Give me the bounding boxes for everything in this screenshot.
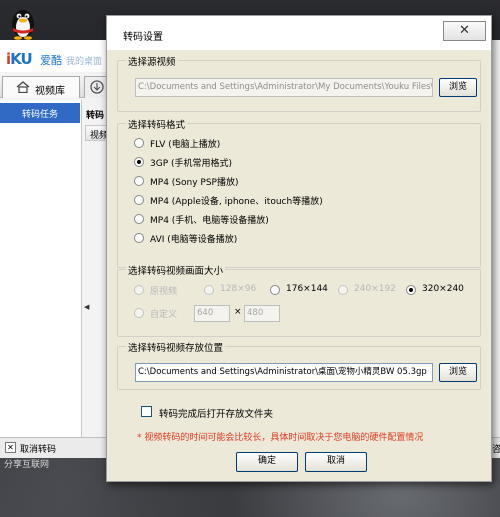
radio-original[interactable]	[134, 285, 144, 295]
app-name: 爱酷	[40, 54, 62, 67]
size-option-label: 320×240	[422, 284, 464, 294]
format-option-label: 3GP (手机常用格式)	[150, 159, 233, 169]
dialog-title: 转码设置	[123, 32, 163, 43]
cancel-button[interactable]: 取消	[305, 452, 367, 472]
format-group: 选择转码格式 FLV (电脑上播放) 3GP (手机常用格式) MP4 (Son…	[117, 117, 481, 268]
main-panel-title: 转码	[86, 111, 105, 121]
format-option-label: MP4 (Sony PSP播放)	[150, 178, 239, 188]
frame-size-group: 选择转码视频画面大小 原视频 128×96 176×144 240×192 32…	[117, 263, 481, 337]
size-option-label: 原视频	[150, 287, 178, 297]
times-sign: ×	[234, 307, 242, 317]
app-sidebar: 转码任务	[0, 100, 82, 438]
frame-size-group-label: 选择转码视频画面大小	[126, 263, 226, 277]
app-header: iKU 爱酷 我的桌面	[0, 40, 120, 72]
format-option-label: MP4 (Apple设备, iphone、itouch等播放)	[150, 197, 323, 207]
statusbar-right-text: 咨	[492, 445, 500, 455]
open-folder-checkbox-label[interactable]: 转码完成后打开存放文件夹	[159, 406, 273, 420]
tab-video-library-label: 视频库	[35, 86, 65, 97]
qq-penguin-icon[interactable]	[8, 6, 38, 40]
open-folder-checkbox[interactable]	[141, 406, 152, 417]
radio-240x192[interactable]	[338, 285, 348, 295]
custom-height-field[interactable]: 480	[244, 305, 280, 322]
format-option-label: FLV (电脑上播放)	[150, 140, 221, 150]
dialog-titlebar[interactable]: 转码设置 ✕	[107, 16, 491, 50]
cancel-transcode-link[interactable]: 取消转码	[20, 442, 56, 455]
radio-psp[interactable]	[134, 176, 144, 186]
radio-320x240[interactable]	[406, 285, 416, 295]
sidebar-item-transcode-tasks[interactable]: 转码任务	[0, 103, 80, 123]
output-location-group: 选择转码视频存放位置 C:\Documents and Settings\Adm…	[117, 340, 481, 390]
size-option-label: 128×96	[220, 284, 257, 294]
size-option-label: 240×192	[354, 284, 396, 294]
sidebar-item-label: 转码任务	[22, 110, 59, 120]
transcode-settings-dialog: 转码设置 ✕ 选择源视频 C:\Documents and Settings\A…	[106, 15, 492, 482]
format-option-label: MP4 (手机、电脑等设备播放)	[150, 216, 269, 226]
format-option-label: AVI (电脑等设备播放)	[150, 235, 238, 245]
radio-apple[interactable]	[134, 195, 144, 205]
desktop-caption: 分享互联网	[4, 460, 50, 470]
output-browse-button[interactable]: 浏览	[439, 363, 477, 382]
ok-button[interactable]: 确定	[236, 452, 298, 472]
source-browse-button[interactable]: 浏览	[439, 78, 477, 97]
tab-video-library[interactable]: 视频库	[2, 76, 80, 98]
source-video-group-label: 选择源视频	[126, 54, 178, 68]
radio-128x96[interactable]	[204, 285, 214, 295]
radio-3gp[interactable]	[134, 157, 144, 167]
format-group-label: 选择转码格式	[126, 117, 188, 131]
output-path-field[interactable]: C:\Documents and Settings\Administrator\…	[135, 363, 433, 382]
close-button[interactable]: ✕	[443, 21, 486, 41]
app-tab-strip: 视频库	[0, 74, 110, 98]
iku-logo: iKU	[6, 50, 33, 68]
app-subtitle[interactable]: 我的桌面	[66, 54, 102, 67]
splitter-arrow-icon[interactable]: ◀	[84, 303, 89, 311]
radio-flv[interactable]	[134, 138, 144, 148]
cancel-transcode-icon[interactable]: ✕	[5, 442, 16, 453]
transcode-time-note: * 视频转码的时间可能会比较长，具体时间取决于您电脑的硬件配置情况	[137, 433, 424, 443]
size-option-label: 自定义	[150, 310, 178, 320]
radio-mobile[interactable]	[134, 214, 144, 224]
close-icon: ✕	[459, 23, 470, 38]
home-icon	[16, 81, 30, 93]
tab-download[interactable]	[84, 76, 108, 98]
output-location-group-label: 选择转码视频存放位置	[126, 340, 226, 354]
source-video-group: 选择源视频 C:\Documents and Settings\Administ…	[117, 54, 481, 112]
source-path-field[interactable]: C:\Documents and Settings\Administrator\…	[135, 78, 433, 97]
size-option-label: 176×144	[286, 284, 328, 294]
radio-avi[interactable]	[134, 233, 144, 243]
radio-custom[interactable]	[134, 308, 144, 318]
radio-176x144[interactable]	[270, 285, 280, 295]
custom-width-field[interactable]: 640	[194, 305, 230, 322]
